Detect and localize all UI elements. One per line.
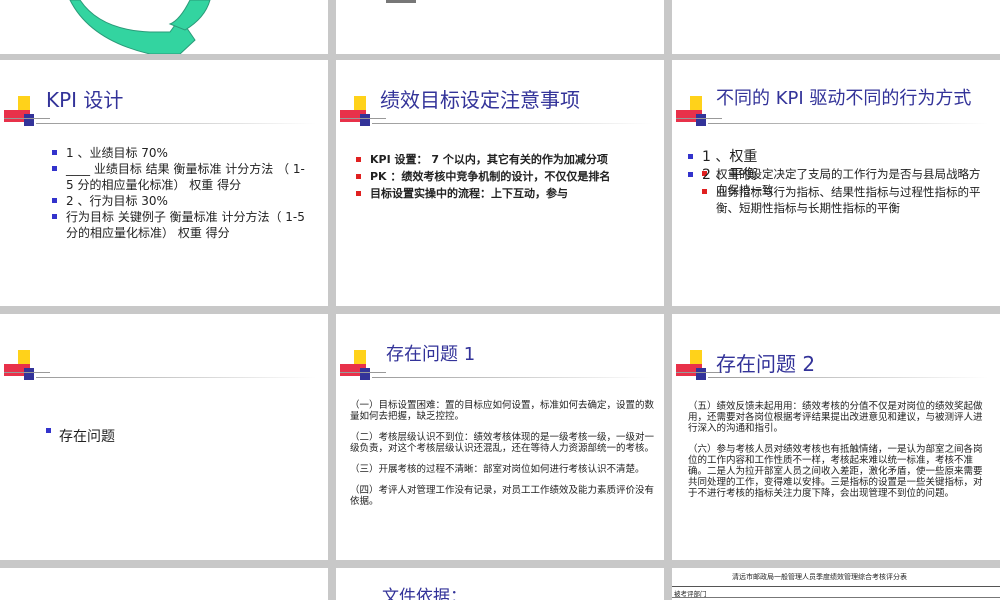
paragraph: （六）参与考核人员对绩效考核也有抵触情绪，一是认为部室之间各岗位的工作内容和工作… (688, 444, 983, 499)
slide-decoration-icon (4, 96, 50, 126)
issues-list: 存在问题 (46, 428, 115, 446)
slide-issues: 存在问题 (0, 314, 328, 560)
slide-title: 存在问题 1 (386, 344, 476, 365)
kpi-list: 1 、业绩目标 70% ____ 业绩目标 结果 衡量标准 计分方法 （ 1-5… (52, 145, 308, 241)
list-item: ____ 业绩目标 结果 衡量标准 计分方法 （ 1-5 分的相应量化标准） 权… (52, 161, 308, 193)
drive-list: 1 、权重 权重的设定决定了支局的工作行为是否与县局战略方向保持一致 2 、平衡… (688, 148, 988, 215)
partial-text-mark (386, 0, 416, 3)
issues-2-body: （五）绩效反馈未起用用：绩效考核的分值不仅是对岗位的绩效奖起做用，还需要对各岗位… (688, 401, 990, 509)
paragraph: （一）目标设置困难：置的目标应如何设置，标准如何去确定，设置的数量如何去把握，缺… (350, 400, 655, 422)
list-item: 1 、权重 权重的设定决定了支局的工作行为是否与县局战略方向保持一致 (688, 148, 988, 197)
title-rule (708, 377, 988, 378)
group-label: 1 、权重 (702, 149, 758, 165)
slide-kpi-design: KPI 设计 1 、业绩目标 70% ____ 业绩目标 结果 衡量标准 计分方… (0, 60, 328, 306)
slide-score-table: 清远市邮政局一般管理人员季度绩效管理综合考核评分表 被考评部门 (672, 568, 1000, 600)
slide-title: 绩效目标设定注意事项 (380, 88, 580, 112)
title-rule (36, 377, 316, 378)
slide-title: 存在问题 2 (716, 352, 816, 376)
title-rule (36, 123, 316, 124)
goal-list: KPI 设置： 7 个以内，其它有关的作为加减分项 PK ：绩效考核中竞争机制的… (356, 151, 656, 202)
paragraph: （三）开展考核的过程不清晰：部室对岗位如何进行考核认识不清楚。 (350, 464, 645, 475)
title-rule (372, 123, 652, 124)
list-item: 行为目标 关键例子 衡量标准 计分方法（ 1-5 分的相应量化标准） 权重 得分 (52, 209, 308, 241)
slide-cycle-partial (0, 0, 328, 54)
paragraph: （四）考评人对管理工作没有记录，对员工工作绩效及能力素质评价没有依据。 (350, 485, 655, 507)
slide-issues-1: 存在问题 1 （一）目标设置困难：置的目标应如何设置，标准如何去确定，设置的数量… (336, 314, 664, 560)
paragraph: （五）绩效反馈未起用用：绩效考核的分值不仅是对岗位的绩效奖起做用，还需要对各岗位… (688, 401, 983, 434)
slide-title: 文件依据： (382, 587, 467, 600)
slide-top-right-partial (672, 0, 1000, 54)
table-row-line (672, 597, 1000, 598)
table-grid: 被考评部门 (672, 586, 1000, 600)
slide-bottom-left-partial (0, 568, 328, 600)
paragraph: （二）考核层级认识不到位：绩效考核体现的是一级考核一级，一级对一级负责，对这个考… (350, 432, 655, 454)
slide-decoration-icon (340, 350, 386, 380)
list-item: 目标设置实操中的流程：上下互动，参与 (356, 185, 656, 202)
slide-top-middle-partial (336, 0, 664, 54)
list-item: 2 、平衡 业务指标与行为指标、结果性指标与过程性指标的平衡、短期性指标与长期性… (688, 166, 988, 215)
slide-kpi-drive: 不同的 KPI 驱动不同的行为方式 1 、权重 权重的设定决定了支局的工作行为是… (672, 60, 1000, 306)
slide-goal-setting: 绩效目标设定注意事项 KPI 设置： 7 个以内，其它有关的作为加减分项 PK … (336, 60, 664, 306)
list-item: KPI 设置： 7 个以内，其它有关的作为加减分项 (356, 151, 656, 168)
title-rule (372, 377, 652, 378)
title-rule (708, 123, 988, 124)
cycle-arrow-graphic (69, 0, 211, 54)
list-item: PK ：绩效考核中竞争机制的设计，不仅仅是排名 (356, 168, 656, 185)
list-item: 1 、业绩目标 70% (52, 145, 308, 161)
issues-1-body: （一）目标设置困难：置的目标应如何设置，标准如何去确定，设置的数量如何去把握，缺… (350, 400, 656, 517)
table-caption: 清远市邮政局一般管理人员季度绩效管理综合考核评分表 (732, 573, 907, 581)
slide-title: 不同的 KPI 驱动不同的行为方式 (716, 88, 972, 109)
slide-title: KPI 设计 (46, 88, 124, 112)
sub-item: 业务指标与行为指标、结果性指标与过程性指标的平衡、短期性指标与长期性指标的平衡 (702, 184, 988, 216)
group-label: 2 、平衡 (702, 167, 758, 183)
slide-decoration-icon (4, 350, 50, 380)
slide-issues-2: 存在问题 2 （五）绩效反馈未起用用：绩效考核的分值不仅是对岗位的绩效奖起做用，… (672, 314, 1000, 560)
list-item: 2 、行为目标 30% (52, 193, 308, 209)
slide-file-basis: 文件依据： (336, 568, 664, 600)
list-item: 存在问题 (46, 428, 115, 446)
sub-list: 业务指标与行为指标、结果性指标与过程性指标的平衡、短期性指标与长期性指标的平衡 (702, 184, 988, 216)
